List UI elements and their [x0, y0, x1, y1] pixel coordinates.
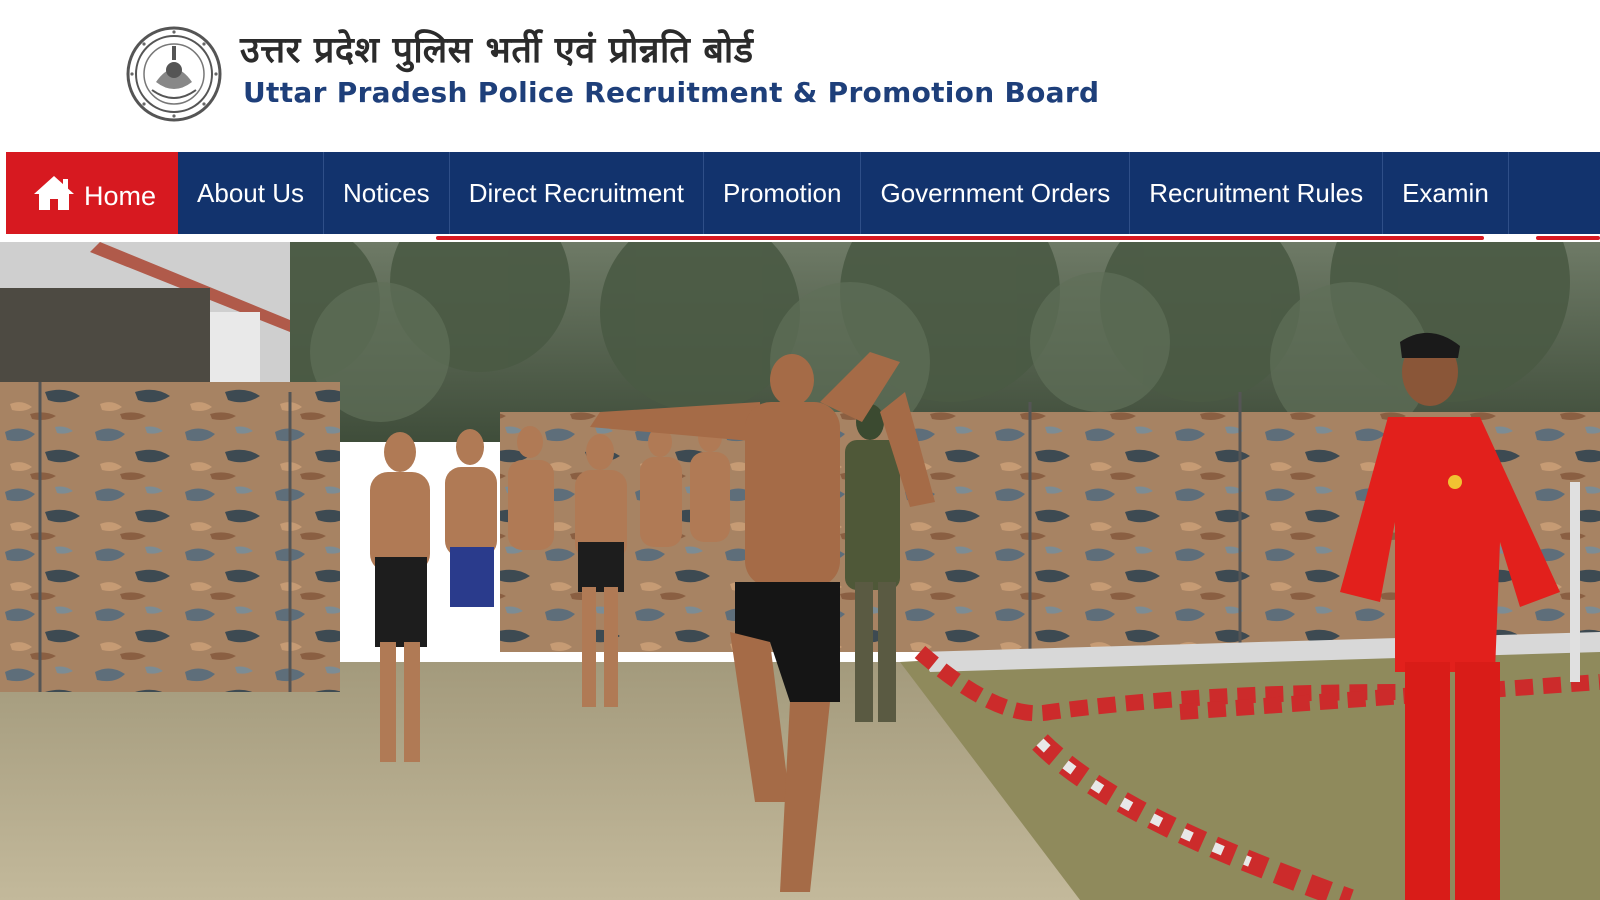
nav-item-home[interactable]: Home	[6, 152, 179, 234]
site-header: उत्तर प्रदेश पुलिस भर्ती एवं प्रोन्नति ब…	[0, 0, 1600, 150]
hero-banner-image	[0, 242, 1600, 900]
site-title-english: Uttar Pradesh Police Recruitment & Promo…	[243, 76, 1100, 109]
main-navigation: Home About Us Notices Direct Recruitment…	[0, 152, 1600, 234]
nav-item-examinations[interactable]: Examin	[1383, 152, 1509, 234]
recruitment-physical-test-photo	[0, 242, 1600, 900]
nav-item-government-orders[interactable]: Government Orders	[861, 152, 1131, 234]
home-icon	[32, 173, 76, 213]
nav-item-direct-recruitment[interactable]: Direct Recruitment	[450, 152, 704, 234]
nav-accent-stripe	[0, 234, 1600, 242]
nav-item-promotion[interactable]: Promotion	[704, 152, 862, 234]
site-title-hindi: उत्तर प्रदेश पुलिस भर्ती एवं प्रोन्नति ब…	[240, 30, 754, 71]
nav-item-notices[interactable]: Notices	[324, 152, 450, 234]
nav-item-label: Home	[84, 180, 157, 211]
nav-item-about-us[interactable]: About Us	[178, 152, 324, 234]
up-police-emblem-icon[interactable]	[126, 26, 222, 122]
nav-item-recruitment-rules[interactable]: Recruitment Rules	[1130, 152, 1384, 234]
